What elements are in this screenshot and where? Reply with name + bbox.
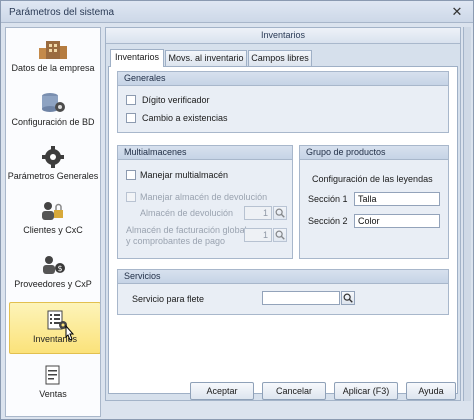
manejar-almacen-devolucion-checkbox[interactable] (126, 192, 136, 202)
seccion2-label: Sección 2 (308, 216, 348, 226)
mouse-pointer-icon (65, 325, 75, 341)
main-panel: Inventarios Inventarios Movs. al inventa… (105, 27, 461, 401)
group-generales: Generales Dígito verificador Cambio a ex… (117, 71, 449, 133)
group-title: Multialmacenes (118, 146, 292, 160)
cambio-existencias-checkbox[interactable] (126, 113, 136, 123)
sidebar-item-proveedores-cxp[interactable]: $ Proveedores y CxP (6, 248, 100, 300)
seccion1-input[interactable]: Talla (354, 192, 440, 206)
clients-lock-icon (42, 202, 63, 220)
sidebar-item-datos-empresa[interactable]: Datos de la empresa (6, 32, 100, 84)
sidebar-item-label: Ventas (39, 389, 67, 399)
digito-verificador-checkbox[interactable] (126, 95, 136, 105)
lookup-icon[interactable] (273, 228, 287, 242)
inventory-list-icon (47, 310, 67, 330)
sidebar: Datos de la empresa Configuración de BD … (5, 27, 101, 417)
svg-text:$: $ (58, 264, 63, 273)
sidebar-item-label: Datos de la empresa (11, 63, 95, 73)
seccion1-label: Sección 1 (308, 194, 348, 204)
group-title: Grupo de productos (300, 146, 448, 160)
manejar-multialmacen-label: Manejar multialmacén (140, 170, 229, 180)
lookup-icon[interactable] (273, 206, 287, 220)
gear-icon (42, 146, 64, 168)
tab-campos-libres[interactable]: Campos libres (248, 50, 312, 66)
supplier-dollar-icon: $ (43, 256, 65, 274)
window-edge (463, 27, 471, 401)
sidebar-item-label: Proveedores y CxP (14, 279, 92, 289)
digito-verificador-label: Dígito verificador (142, 95, 210, 105)
almacen-facturacion-field[interactable]: 1 (244, 228, 272, 242)
seccion2-input[interactable]: Color (354, 214, 440, 228)
panel-header: Inventarios (106, 28, 460, 44)
sidebar-item-label: Clientes y CxC (23, 225, 83, 235)
almacen-facturacion-label-line2: y comprobantes de pago (126, 236, 226, 246)
sidebar-item-inventarios[interactable]: Inventarios (9, 302, 100, 354)
almacen-facturacion-label-line1: Almacén de facturación global (126, 225, 247, 235)
close-icon[interactable]: ✕ (447, 3, 467, 21)
almacen-devolucion-label: Almacén de devolución (140, 208, 234, 218)
servicio-flete-input[interactable] (262, 291, 340, 305)
sidebar-item-ventas[interactable]: Ventas (6, 358, 100, 410)
aceptar-button[interactable]: Aceptar (190, 382, 254, 400)
sidebar-item-clientes-cxc[interactable]: Clientes y CxC (6, 194, 100, 246)
search-icon[interactable] (341, 291, 355, 305)
database-gear-icon (42, 93, 65, 112)
tab-inventarios[interactable]: Inventarios (110, 49, 164, 67)
tab-content: Generales Dígito verificador Cambio a ex… (108, 66, 458, 394)
button-bar: Aceptar Cancelar Aplicar (F3) Ayuda (106, 382, 460, 400)
group-multialmacenes: Multialmacenes Manejar multialmacén Mane… (117, 145, 293, 259)
group-grupo-productos: Grupo de productos Configuración de las … (299, 145, 449, 259)
group-title: Generales (118, 72, 448, 86)
servicio-flete-label: Servicio para flete (132, 294, 205, 304)
sidebar-item-configuracion-bd[interactable]: Configuración de BD (6, 86, 100, 138)
cambio-existencias-label: Cambio a existencias (142, 113, 228, 123)
almacen-devolucion-field[interactable]: 1 (244, 206, 272, 220)
sidebar-item-label: Parámetros Generales (7, 171, 99, 181)
manejar-multialmacen-checkbox[interactable] (126, 170, 136, 180)
group-servicios: Servicios Servicio para flete (117, 269, 449, 315)
building-icon (39, 41, 67, 59)
group-title: Servicios (118, 270, 448, 284)
title-bar: Parámetros del sistema ✕ (1, 1, 473, 23)
tab-movs-inventario[interactable]: Movs. al inventario (165, 50, 247, 66)
sidebar-item-label: Inventarios (32, 334, 78, 344)
manejar-almacen-devolucion-label: Manejar almacén de devolución (140, 192, 268, 202)
window-title: Parámetros del sistema (9, 7, 115, 18)
configuracion-leyendas-label: Configuración de las leyendas (312, 174, 433, 184)
parametros-window: Parámetros del sistema ✕ Datos de la emp… (0, 0, 474, 420)
cancelar-button[interactable]: Cancelar (262, 382, 326, 400)
aplicar-button[interactable]: Aplicar (F3) (334, 382, 398, 400)
ayuda-button[interactable]: Ayuda (406, 382, 456, 400)
sidebar-item-parametros-generales[interactable]: Parámetros Generales (6, 140, 100, 192)
sidebar-item-label: Configuración de BD (11, 117, 95, 127)
receipt-icon (45, 365, 60, 385)
